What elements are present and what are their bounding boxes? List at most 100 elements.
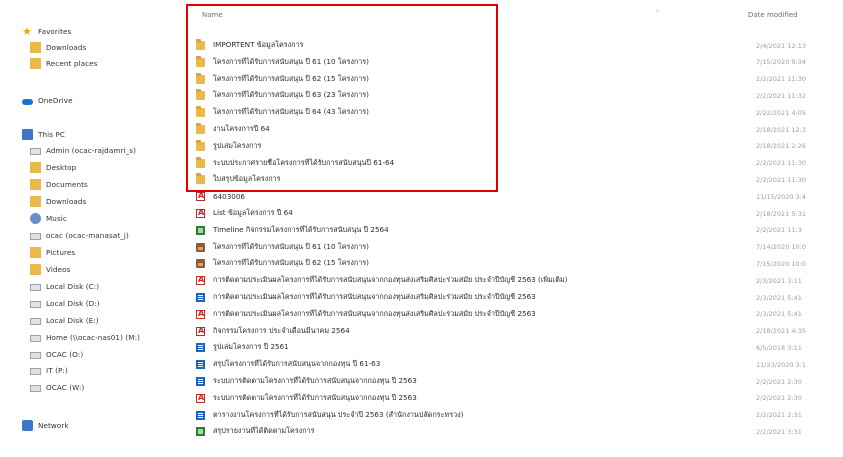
folder-icon	[196, 156, 205, 168]
date-modified: 2/2/2021 3:31	[756, 427, 802, 436]
folder-icon	[196, 106, 205, 118]
file-name: ระบบการติดตามโครงการที่ได้รับการสนับสนุน…	[213, 376, 417, 385]
file-list: Name ˄ Date modified IMPORTENT ข้อมูลโคร…	[188, 0, 843, 457]
file-name: โครงการที่ได้รับการสนับสนุน ปี 64 (43 โค…	[213, 107, 369, 117]
nav-item[interactable]: Videos	[30, 262, 70, 276]
file-name: งานโครงการปี 64	[213, 124, 270, 133]
nav-item[interactable]: This PC	[22, 127, 65, 141]
file-name: กิจกรรมโครงการ ประจำเดือนมีนาคม 2564	[213, 325, 350, 335]
nav-item-label: Network	[38, 420, 69, 430]
folder-row[interactable]: โครงการที่ได้รับการสนับสนุน ปี 63 (23 โค…	[196, 88, 826, 103]
pdf-file-icon	[196, 275, 205, 286]
nav-item[interactable]: ★ Favorites	[22, 24, 71, 38]
nav-item[interactable]: OCAC (W:)	[30, 380, 84, 394]
file-row[interactable]: 6403006 11/15/2020 3:4	[196, 189, 826, 204]
date-modified: 2/22/2021 4:05	[756, 108, 806, 117]
file-row[interactable]: List ข้อมูลโครงการ ปี 64 2/18/2021 5:31	[196, 206, 826, 221]
sort-chevron-up-icon[interactable]: ˄	[656, 10, 659, 17]
nav-item[interactable]: Downloads	[30, 40, 86, 54]
file-row[interactable]: โครงการที่ได้รับการสนับสนุน ปี 62 (15 โค…	[196, 256, 826, 271]
date-modified: 2/18/2021 12:3	[756, 125, 806, 134]
nav-item[interactable]: Pictures	[30, 245, 75, 259]
nav-item[interactable]: Music	[30, 211, 67, 225]
nav-item[interactable]: Desktop	[30, 160, 76, 174]
nav-item-label: ocac (ocac-manasat_j)	[46, 230, 129, 240]
nav-item[interactable]: ocac (ocac-manasat_j)	[30, 228, 129, 242]
nav-item[interactable]: Network	[22, 418, 69, 432]
image-file-icon	[196, 242, 205, 252]
pdf-file-icon	[196, 393, 205, 403]
nav-item[interactable]: OneDrive	[22, 93, 73, 107]
file-name: 6403006	[213, 192, 246, 202]
pdf-file-icon	[196, 208, 205, 218]
file-name: ระบบประกาศรายชื่อโครงการที่ได้รับการสนับ…	[213, 157, 395, 167]
folder-row[interactable]: งานโครงการปี 64 2/18/2021 12:3	[196, 122, 826, 137]
file-row[interactable]: โครงการที่ได้รับการสนับสนุน ปี 61 (10 โค…	[196, 240, 826, 255]
nav-item-label: This PC	[38, 129, 66, 139]
nav-item-label: Documents	[46, 179, 88, 189]
folder-row[interactable]: ระบบประกาศรายชื่อโครงการที่ได้รับการสนับ…	[196, 156, 826, 171]
file-name: Timeline กิจกรรมโครงการที่ได้รับการสนับส…	[213, 224, 389, 234]
document-file-icon	[196, 360, 205, 370]
folder-row[interactable]: โครงการที่ได้รับการสนับสนุน ปี 64 (43 โค…	[196, 105, 826, 120]
nav-item-label: OCAC (O:)	[46, 349, 84, 359]
column-header-name[interactable]: Name	[202, 11, 223, 29]
file-row[interactable]: รูปเล่มโครงการ ปี 2561 6/5/2018 3:11	[196, 340, 826, 355]
file-name: List ข้อมูลโครงการ ปี 64	[213, 208, 293, 217]
nav-item[interactable]: Documents	[30, 177, 88, 191]
local-disk-icon	[30, 317, 41, 325]
folder-row[interactable]: ใบสรุปข้อมูลโครงการ 2/2/2021 11:30	[196, 172, 826, 187]
nav-item[interactable]: Admin (ocac-rajdamri_s)	[30, 143, 136, 157]
image-file-icon	[196, 259, 205, 269]
nav-item[interactable]: Downloads	[30, 194, 86, 208]
nav-item-label: Local Disk (D:)	[46, 298, 100, 308]
folder-icon	[196, 55, 205, 67]
nav-item[interactable]: Local Disk (E:)	[30, 313, 99, 327]
file-row[interactable]: Timeline กิจกรรมโครงการที่ได้รับการสนับส…	[196, 223, 826, 238]
file-row[interactable]: การติดตามประเมินผลโครงการที่ได้รับการสนั…	[196, 273, 826, 288]
folder-row[interactable]: รูปเล่มโครงการ 2/18/2021 2:26	[196, 139, 826, 154]
folder-row[interactable]: IMPORTENT ข้อมูลโครงการ 2/4/2021 12:13	[196, 38, 826, 53]
nav-item[interactable]: Local Disk (D:)	[30, 296, 100, 310]
file-row[interactable]: ระบบการติดตามโครงการที่ได้รับการสนับสนุน…	[196, 374, 826, 389]
navigation-pane: ★ Favorites Downloads Recent places OneDrive…	[0, 0, 188, 457]
network-icon	[22, 419, 33, 431]
file-row[interactable]: กิจกรรมโครงการ ประจำเดือนมีนาคม 2564 2/18…	[196, 324, 826, 339]
date-modified: 2/3/2021 3:11	[756, 276, 802, 285]
nav-item[interactable]: Recent places	[30, 56, 98, 70]
computer-icon	[22, 128, 33, 140]
recent-places-icon	[30, 57, 41, 69]
folder-row[interactable]: โครงการที่ได้รับการสนับสนุน ปี 62 (15 โค…	[196, 72, 826, 87]
onedrive-cloud-icon	[22, 98, 33, 105]
pdf-file-icon	[196, 309, 205, 319]
nav-item[interactable]: OCAC (O:)	[30, 347, 83, 361]
music-folder-icon	[30, 212, 41, 224]
date-modified: 11/15/2020 3:4	[756, 192, 806, 201]
file-row[interactable]: การติดตามประเมินผลโครงการที่ได้รับการสนั…	[196, 307, 826, 322]
file-row[interactable]: สรุปโครงการที่ได้รับการสนับสนุนจากกองทุน…	[196, 357, 826, 372]
folder-row[interactable]: โครงการที่ได้รับการสนับสนุน ปี 61 (10 โค…	[196, 55, 826, 70]
date-modified: 2/18/2021 5:31	[756, 209, 806, 218]
document-file-icon	[196, 343, 205, 353]
date-modified: 2/2/2021 11:30	[756, 159, 806, 168]
videos-folder-icon	[30, 263, 41, 275]
column-header-date-modified[interactable]: Date modified	[748, 11, 798, 29]
file-name: ระบบการติดตามโครงการที่ได้รับการสนับสนุน…	[213, 392, 417, 402]
file-row[interactable]: การติดตามประเมินผลโครงการที่ได้รับการสนั…	[196, 290, 826, 305]
date-modified: 11/23/2020 3:1	[756, 360, 806, 369]
pdf-file-icon	[196, 326, 205, 336]
file-row[interactable]: ตารางงานโครงการที่ได้รับการสนับสนุน ประจ…	[196, 408, 826, 423]
nav-item[interactable]: Local Disk (C:)	[30, 279, 99, 293]
nav-item-label: Music	[46, 213, 67, 223]
file-row[interactable]: ระบบการติดตามโครงการที่ได้รับการสนับสนุน…	[196, 391, 826, 406]
nav-item[interactable]: Home (\\ocac-nas01) (M:)	[30, 330, 140, 344]
nav-item[interactable]: IT (P:)	[30, 363, 68, 377]
date-modified: 7/14/2020 10:0	[756, 243, 806, 252]
file-row[interactable]: สรุปรายงานที่ได้ติดตามโครงการ 2/2/2021 3:…	[196, 424, 826, 439]
spreadsheet-file-icon	[196, 225, 205, 235]
file-name: โครงการที่ได้รับการสนับสนุน ปี 62 (15 โค…	[213, 258, 369, 268]
downloads-folder-icon	[30, 195, 41, 207]
date-modified: 2/2/2021 2:30	[756, 394, 802, 403]
nav-item-label: Admin (ocac-rajdamri_s)	[46, 145, 137, 155]
file-name: โครงการที่ได้รับการสนับสนุน ปี 62 (15 โค…	[213, 73, 369, 83]
